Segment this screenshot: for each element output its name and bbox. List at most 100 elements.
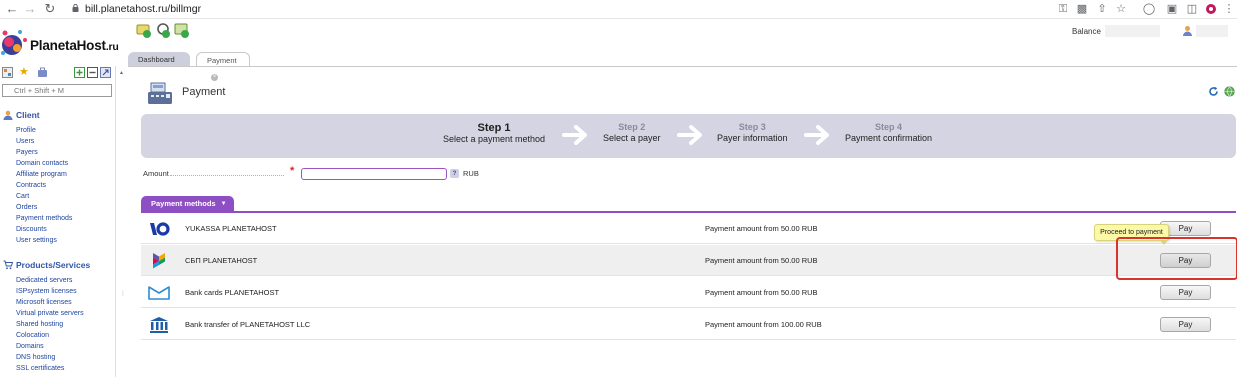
sidebar-item-payment-methods[interactable]: Payment methods <box>16 215 72 222</box>
yukassa-logo-icon <box>150 222 170 236</box>
amount-label: Amount <box>143 169 169 178</box>
payment-methods-tab[interactable]: Payment methods ▼ <box>141 196 234 211</box>
payment-wizard: Step 1 Select a payment method Step 2 Se… <box>141 114 1236 158</box>
sidebar-item-payers[interactable]: Payers <box>16 149 38 156</box>
help-icon[interactable]: ? <box>450 169 459 178</box>
cash-register-icon <box>148 82 172 104</box>
cart-icon <box>3 260 13 270</box>
close-icon[interactable]: × <box>211 74 218 81</box>
user-icon[interactable] <box>1182 25 1193 36</box>
shield-extension-icon[interactable]: ◯ <box>1142 2 1156 16</box>
amount-input[interactable] <box>301 168 447 180</box>
sidebar-section-client[interactable]: Client <box>3 110 113 122</box>
required-marker: * <box>290 165 295 177</box>
user-name[interactable] <box>1196 25 1228 37</box>
step-arrow-icon <box>804 125 829 145</box>
tab-payment[interactable]: Payment× <box>196 52 250 81</box>
wizard-step-4: Step 4 Payment confirmation <box>845 122 933 143</box>
amount-dotted-leader <box>170 175 284 176</box>
wizard-step-1: Step 1 Select a payment method <box>443 122 546 144</box>
bank-building-icon <box>150 317 168 333</box>
highlight-annotation <box>1116 237 1237 280</box>
sidebar-item-domain-contacts[interactable]: Domain contacts <box>16 160 68 167</box>
back-icon[interactable]: ← <box>4 1 20 17</box>
sbp-logo-icon <box>153 253 165 269</box>
tree-view-icon[interactable] <box>2 67 13 78</box>
sidebar-search-input[interactable] <box>2 84 112 97</box>
briefcase-icon[interactable] <box>37 67 48 78</box>
collapse-sidebar-icon[interactable]: ▲ <box>119 70 124 76</box>
sidebar-item-cart[interactable]: Cart <box>16 193 29 200</box>
payment-method-min-amount: Payment amount from 50.00 RUB <box>705 224 818 233</box>
sidebar-splitter[interactable] <box>116 66 126 377</box>
payment-add-icon[interactable] <box>136 22 152 38</box>
sidebar-item-colocation[interactable]: Colocation <box>16 332 49 339</box>
sidebar-item-contracts[interactable]: Contracts <box>16 182 46 189</box>
lock-icon <box>72 4 79 12</box>
sidebar-item-ispsystem-licenses[interactable]: ISPsystem licenses <box>16 288 77 295</box>
payment-method-row-bank-cards[interactable]: Bank cards PLANETAHOST Payment amount fr… <box>141 277 1236 308</box>
splitter-grip-icon[interactable]: ⋮ <box>120 290 126 297</box>
tabs-divider <box>128 66 1237 67</box>
sidebar-item-virtual-private-servers[interactable]: Virtual private servers <box>16 310 84 317</box>
sidebar-toolbar: ★ <box>2 66 114 80</box>
share-icon[interactable]: ⇧ <box>1095 2 1109 16</box>
key-icon[interactable]: ⚿ <box>1056 2 1070 16</box>
wizard-step-2: Step 2 Select a payer <box>603 122 661 143</box>
sidebar-item-ssl-certificates[interactable]: SSL certificates <box>16 365 64 372</box>
currency-label: RUB <box>463 169 479 178</box>
tab-dashboard[interactable]: Dashboard <box>128 52 190 67</box>
globe-icon[interactable] <box>1224 86 1235 97</box>
sidebar-item-profile[interactable]: Profile <box>16 127 36 134</box>
sidebar-item-user-settings[interactable]: User settings <box>16 237 57 244</box>
collapse-all-icon[interactable] <box>87 67 98 78</box>
sidebar-item-users[interactable]: Users <box>16 138 34 145</box>
pin-icon[interactable] <box>100 67 111 78</box>
payment-method-min-amount: Payment amount from 100.00 RUB <box>705 320 822 329</box>
sidebar-item-dedicated-servers[interactable]: Dedicated servers <box>16 277 72 284</box>
puzzle-icon[interactable]: ▣ <box>1165 2 1179 16</box>
payment-method-min-amount: Payment amount from 50.00 RUB <box>705 256 818 265</box>
sidebar-section-products[interactable]: Products/Services <box>3 260 113 272</box>
address-bar[interactable]: bill.planetahost.ru/billmgr <box>85 3 201 15</box>
star-icon[interactable]: ☆ <box>1114 2 1128 16</box>
pay-button-bank-transfer[interactable]: Pay <box>1160 317 1211 332</box>
step-arrow-icon <box>677 125 702 145</box>
client-icon <box>3 110 13 120</box>
sidebar: ★ Client Profile Users Payers Domain con… <box>0 66 116 377</box>
sidebar-item-domains[interactable]: Domains <box>16 343 44 350</box>
forward-icon[interactable]: → <box>22 1 38 17</box>
wizard-step-3: Step 3 Payer information <box>717 122 788 143</box>
logo-text: PlanetaHost.ru <box>30 38 119 53</box>
browser-toolbar: ← → ↻ bill.planetahost.ru/billmgr ⚿ ▩ ⇧ … <box>0 0 1237 19</box>
balance-value <box>1105 25 1160 37</box>
payment-method-row-bank-transfer[interactable]: Bank transfer of PLANETAHOST LLC Payment… <box>141 309 1236 340</box>
sidebar-item-orders[interactable]: Orders <box>16 204 37 211</box>
profile-icon[interactable] <box>1204 2 1218 16</box>
expand-all-icon[interactable] <box>74 67 85 78</box>
refresh-icon[interactable] <box>1208 86 1219 97</box>
pay-button-bank-cards[interactable]: Pay <box>1160 285 1211 300</box>
payment-method-name: СБП PLANETAHOST <box>185 256 258 265</box>
translate-icon[interactable]: ▩ <box>1075 2 1089 16</box>
payment-method-min-amount: Payment amount from 50.00 RUB <box>705 288 818 297</box>
chevron-down-icon: ▼ <box>220 201 227 207</box>
sidebar-item-shared-hosting[interactable]: Shared hosting <box>16 321 63 328</box>
payment-method-name: YUKASSA PLANETAHOST <box>185 224 277 233</box>
payment-method-name: Bank cards PLANETAHOST <box>185 288 280 297</box>
step-arrow-icon <box>562 125 587 145</box>
sidebar-item-affiliate-program[interactable]: Affiliate program <box>16 171 67 178</box>
quick-actions <box>133 22 193 42</box>
menu-dots-icon[interactable]: ⋮ <box>1222 2 1236 16</box>
favorites-star-icon[interactable]: ★ <box>19 67 30 78</box>
sidebar-item-dns-hosting[interactable]: DNS hosting <box>16 354 55 361</box>
sidepanel-icon[interactable]: ◫ <box>1185 2 1199 16</box>
sidebar-item-microsoft-licenses[interactable]: Microsoft licenses <box>16 299 72 306</box>
payment-method-row-sbp[interactable]: СБП PLANETAHOST Payment amount from 50.0… <box>141 245 1236 276</box>
payment-method-row-yukassa[interactable]: YUKASSA PLANETAHOST Payment amount from … <box>141 213 1236 244</box>
payment-method-name: Bank transfer of PLANETAHOST LLC <box>185 320 311 329</box>
sidebar-item-discounts[interactable]: Discounts <box>16 226 47 233</box>
reload-icon[interactable]: ↻ <box>42 1 58 17</box>
invoice-icon[interactable] <box>174 22 190 38</box>
refund-icon[interactable] <box>155 22 171 38</box>
